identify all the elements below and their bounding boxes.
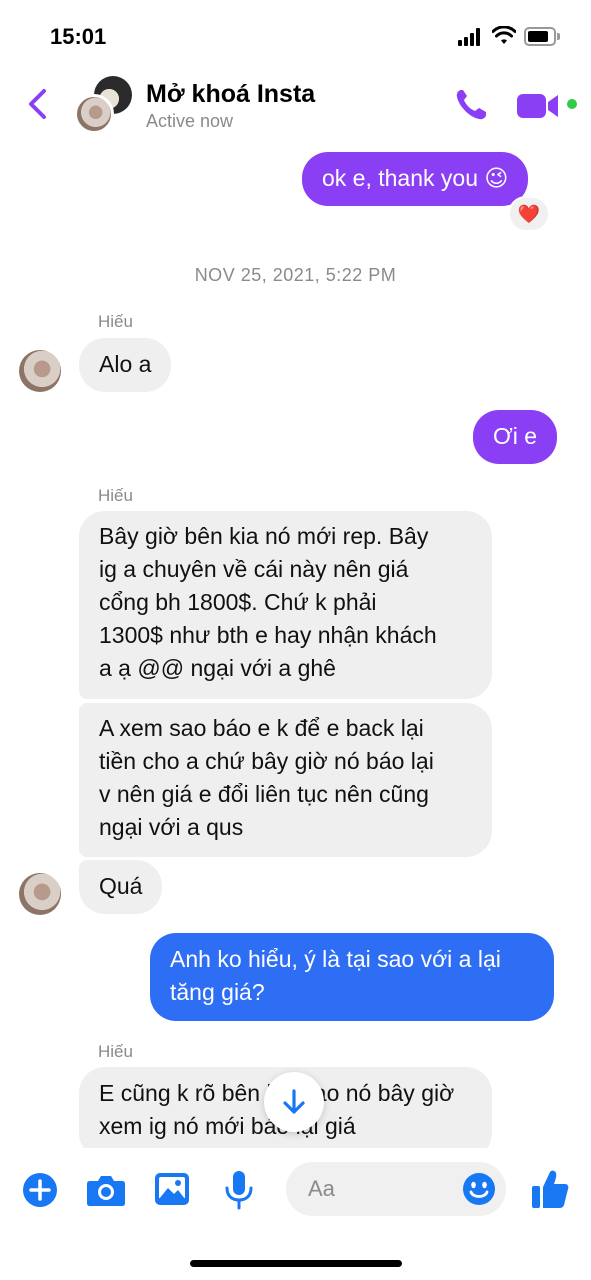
video-icon[interactable] (516, 90, 560, 122)
message-line: 1300$ như bth e hay nhận khách (99, 622, 437, 648)
back-icon[interactable] (22, 86, 56, 122)
sender-name: Hiếu (98, 312, 133, 331)
sender-name: Hiếu (98, 486, 133, 505)
reaction-emoji: ❤️ (517, 204, 541, 224)
message-input-placeholder: Aa (308, 1176, 335, 1201)
sender-avatar[interactable] (19, 873, 61, 915)
message-line: Anh ko hiểu, ý là tại sao với a lại (170, 946, 501, 972)
outgoing-message[interactable]: ok e, thank you 😉 (302, 152, 529, 206)
message-line: ngại với a qus (99, 814, 244, 840)
active-status: Active now (146, 111, 234, 131)
message-line: A xem sao báo e k để e back lại (99, 715, 424, 741)
message-line: ig a chuyên về cái này nên giá (99, 556, 409, 582)
contact-name[interactable]: Mở khoá Insta (146, 80, 315, 109)
message-composer: Aa (0, 1148, 591, 1280)
message-line: a ạ @@ ngại với a ghê (99, 655, 336, 681)
timestamp: NOV 25, 2021, 5:22 PM (194, 265, 397, 285)
phone-icon[interactable] (452, 86, 492, 124)
sender-avatar[interactable] (19, 350, 61, 392)
thumbs-up-icon[interactable] (530, 1168, 570, 1210)
outgoing-message[interactable]: Anh ko hiểu, ý là tại sao với a lại tăng… (150, 933, 554, 1021)
emoji-icon[interactable] (462, 1172, 496, 1206)
home-indicator (190, 1260, 402, 1267)
battery-icon (524, 27, 560, 46)
incoming-message[interactable]: Alo a (79, 338, 172, 392)
message-line: cổng bh 1800$. Chứ k phải (99, 589, 377, 615)
incoming-message[interactable]: Bây giờ bên kia nó mới rep. Bây ig a chu… (79, 511, 492, 699)
wifi-icon (492, 26, 516, 44)
heart-reaction[interactable]: ❤️ (508, 196, 550, 232)
incoming-message[interactable]: A xem sao báo e k để e back lại tiền cho… (79, 703, 492, 857)
scroll-to-bottom-button[interactable] (264, 1072, 324, 1132)
camera-icon[interactable] (86, 1173, 126, 1207)
outgoing-message[interactable]: Ơi e (473, 410, 558, 464)
gallery-icon[interactable] (154, 1172, 190, 1206)
incoming-message[interactable]: Quá (79, 860, 163, 914)
message-line: tiền cho a chứ bây giờ nó báo lại (99, 748, 434, 774)
message-line: v nên giá e đổi liên tục nên cũng (99, 781, 429, 807)
group-avatar-2 (74, 94, 114, 134)
arrow-down-icon (283, 1089, 305, 1114)
message-line: tăng giá? (170, 979, 265, 1005)
sender-name: Hiếu (98, 1042, 133, 1061)
signal-icon (458, 28, 484, 46)
chat-header: Mở khoá Insta Active now (0, 70, 591, 140)
avatar[interactable] (74, 74, 136, 136)
status-bar: 15:01 (0, 0, 591, 70)
status-time: 15:01 (50, 24, 107, 49)
message-line: Bây giờ bên kia nó mới rep. Bây (99, 523, 429, 549)
mic-icon[interactable] (224, 1170, 254, 1210)
message-input[interactable]: Aa (286, 1162, 506, 1216)
online-indicator (565, 97, 579, 111)
plus-icon[interactable] (22, 1172, 58, 1208)
